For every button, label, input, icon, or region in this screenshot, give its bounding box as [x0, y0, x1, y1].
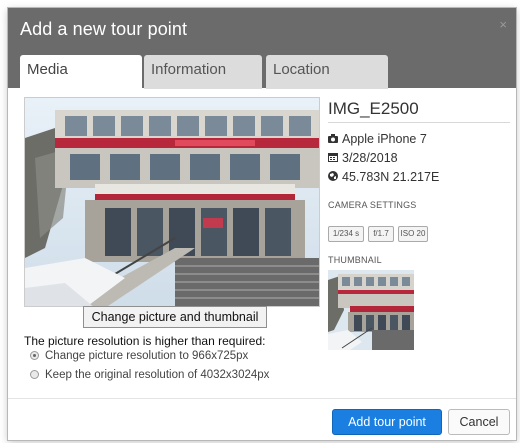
camera-settings-label: CAMERA SETTINGS	[328, 200, 417, 210]
radio-unchecked-icon[interactable]	[30, 370, 39, 379]
thumbnail-label: THUMBNAIL	[328, 255, 382, 265]
add-tour-point-dialog: Add a new tour point × Media Information…	[8, 8, 516, 440]
tab-location[interactable]: Location	[266, 55, 388, 89]
calendar-icon	[328, 152, 342, 165]
iso-badge: ISO 20	[398, 226, 428, 242]
add-tour-point-button[interactable]: Add tour point	[332, 409, 442, 435]
shutter-speed-badge: 1/234 s	[328, 226, 364, 242]
globe-icon	[328, 171, 342, 184]
tab-media[interactable]: Media	[20, 55, 142, 89]
radio-checked-icon[interactable]	[30, 351, 39, 360]
change-picture-button[interactable]: Change picture and thumbnail	[83, 306, 267, 328]
cancel-button[interactable]: Cancel	[448, 409, 510, 435]
tab-information[interactable]: Information	[144, 55, 262, 89]
thumbnail-image	[328, 270, 414, 350]
camera-icon	[328, 134, 342, 146]
dialog-title: Add a new tour point	[20, 19, 188, 39]
option-change-resolution[interactable]: Change picture resolution to 966x725px	[30, 350, 248, 362]
photo-date: 3/28/2018	[342, 151, 398, 165]
resolution-message: The picture resolution is higher than re…	[24, 334, 266, 348]
option-keep-resolution[interactable]: Keep the original resolution of 4032x302…	[30, 369, 269, 381]
close-icon[interactable]: ×	[499, 18, 507, 31]
camera-model: Apple iPhone 7	[342, 132, 427, 146]
aperture-badge: f/1.7	[368, 226, 394, 242]
date-row: 3/28/2018	[328, 151, 398, 165]
option-change-resolution-label: Change picture resolution to 966x725px	[45, 350, 249, 362]
name-divider	[328, 122, 510, 123]
dialog-header: Add a new tour point × Media Information…	[8, 8, 516, 89]
image-name: IMG_E2500	[328, 99, 419, 118]
option-keep-resolution-label: Keep the original resolution of 4032x302…	[45, 369, 270, 381]
footer-divider	[8, 398, 516, 399]
camera-model-row: Apple iPhone 7	[328, 132, 427, 146]
tour-point-picture	[24, 97, 320, 307]
coordinates: 45.783N 21.217E	[342, 170, 440, 184]
coordinates-row: 45.783N 21.217E	[328, 170, 439, 184]
